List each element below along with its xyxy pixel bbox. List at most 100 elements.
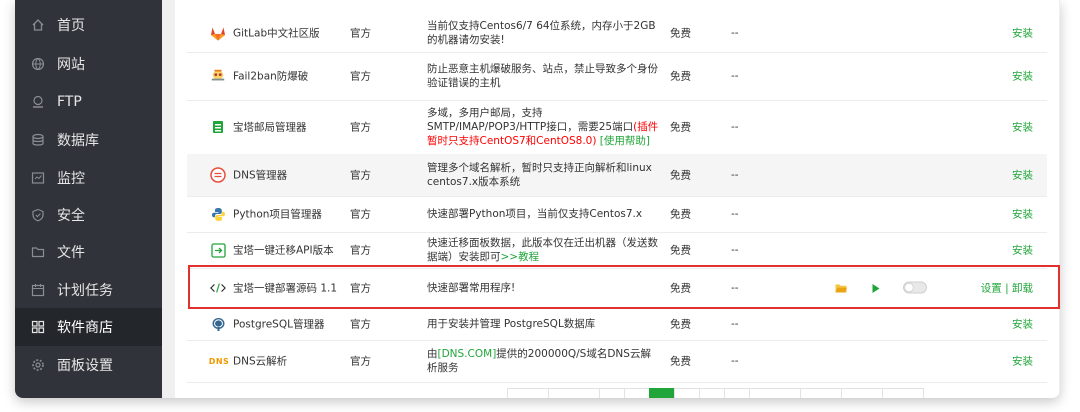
plugin-description: 管理多个域名解析，暂时只支持正向解析和linux centos7.x版本系统 [427,162,652,188]
plugin-name: GitLab中文社区版 [233,27,320,40]
settings-uninstall-links[interactable]: 设置 | 卸载 [981,281,1033,296]
plugin-description: 防止恶意主机爆破服务、站点，禁止导致多个身份验证错误的主机 [427,63,658,89]
plugin-expire: -- [731,70,739,82]
sidebar-item-monitor[interactable]: 监控 [15,159,162,197]
ftp-icon [31,95,45,109]
sidebar-item-label: 计划任务 [57,283,113,299]
mail-server-icon [210,119,226,135]
plugin-price: 免费 [670,208,691,221]
page-button[interactable] [800,388,842,398]
migrate-icon [210,242,226,258]
plugin-type: 官方 [350,244,371,257]
plugin-name: 宝塔一键部署源码 1.1 [233,282,338,295]
calendar-icon [31,283,45,297]
plugin-type: 官方 [350,355,371,368]
page-button[interactable] [699,388,725,398]
sidebar-item-cron[interactable]: 计划任务 [15,271,162,309]
gitlab-icon [210,25,226,41]
page-button[interactable] [507,388,549,398]
sidebar-item-label: 软件商店 [57,320,113,336]
install-link[interactable]: 安装 [1012,354,1033,369]
plugin-name: Fail2ban防爆破 [233,70,309,83]
sidebar-item-files[interactable]: 文件 [15,233,162,271]
tutorial-link[interactable]: >>教程 [501,251,540,263]
description-text: 快速迁移面板数据，此版本仅在迁出机器（发送数据端）安装即可 [427,237,658,263]
home-icon [31,18,45,32]
table-row: DNS管理器 官方 管理多个域名解析，暂时只支持正向解析和linux cento… [187,154,1047,197]
folder-icon [31,245,45,259]
table-row: PostgreSQL管理器 官方 用于安装并管理 PostgreSQL数据库 免… [187,308,1047,341]
description-text: 由 [427,348,438,360]
page-button[interactable] [749,388,801,398]
sidebar: 首页 网站 FTP 数据库 监控 安全 文件 计划任务 软件商店 面板设置 [15,0,162,398]
install-link[interactable]: 安装 [1012,243,1033,258]
page-button[interactable] [599,388,625,398]
start-icon[interactable] [872,279,880,298]
plugin-type: 官方 [350,318,371,331]
plugin-price: 免费 [670,169,691,182]
table-row: GitLab中文社区版 官方 当前仅支持Centos6/7 64位系统，内存小于… [187,14,1047,53]
dns-com-link[interactable]: [DNS.COM] [438,348,497,360]
plugin-expire: -- [731,121,739,133]
postgresql-icon [210,316,226,332]
sidebar-item-label: 数据库 [57,133,99,149]
table-row: Fail2ban防爆破 官方 防止恶意主机爆破服务、站点，禁止导致多个身份验证错… [187,52,1047,101]
help-link[interactable]: [使用帮助] [596,135,650,147]
sidebar-item-software-store[interactable]: 软件商店 [15,308,162,346]
plugin-price: 免费 [670,355,691,368]
sidebar-item-home[interactable]: 首页 [15,6,162,44]
plugin-price: 免费 [670,318,691,331]
install-link[interactable]: 安装 [1012,69,1033,84]
sidebar-item-security[interactable]: 安全 [15,196,162,234]
dns-logo-icon: DNS [208,353,230,369]
sidebar-item-label: 网站 [57,57,85,73]
sidebar-item-websites[interactable]: 网站 [15,45,162,83]
plugin-expire: -- [731,208,739,220]
sidebar-item-panel-settings[interactable]: 面板设置 [15,346,162,384]
table-row: 宝塔一键部署源码 1.1 官方 快速部署常用程序! 免费 -- 设置 | 卸载 [187,268,1047,309]
page-button[interactable] [882,388,924,398]
homepage-toggle-switch[interactable] [903,279,927,298]
sidebar-item-database[interactable]: 数据库 [15,121,162,159]
plugin-price: 免费 [670,27,691,40]
dns-logo-text: DNS [208,356,230,366]
plugin-price: 免费 [670,121,691,134]
plugin-type: 官方 [350,208,371,221]
page-button[interactable] [841,388,883,398]
plugin-name: DNS云解析 [233,355,288,368]
sidebar-item-label: 文件 [57,245,85,261]
plugin-name: PostgreSQL管理器 [233,318,325,331]
install-link[interactable]: 安装 [1012,317,1033,332]
code-icon [210,280,226,296]
plugin-description: 由[DNS.COM]提供的200000Q/S域名DNS云解析服务 [427,347,659,375]
plugin-description: 快速部署常用程序! [427,282,516,294]
plugin-expire: -- [731,27,739,39]
plugin-expire: -- [731,169,739,181]
plugin-price: 免费 [670,70,691,83]
page-button-current[interactable] [649,388,675,398]
table-row: 宝塔邮局管理器 官方 多域，多用户邮局，支持SMTP/IMAP/POP3/HTT… [187,100,1047,155]
plugin-description: 用于安装并管理 PostgreSQL数据库 [427,318,596,330]
install-link[interactable]: 安装 [1012,26,1033,41]
page-button[interactable] [548,388,600,398]
page-button[interactable] [724,388,750,398]
description-text: 多域，多用户邮局，支持SMTP/IMAP/POP3/HTTP接口，需要25端口 [427,107,634,133]
plugin-name: Python项目管理器 [233,208,322,221]
install-link[interactable]: 安装 [1012,120,1033,135]
table-row: Python项目管理器 官方 快速部署Python项目，当前仅支持Centos7… [187,196,1047,233]
page-button[interactable] [674,388,700,398]
gear-icon [31,358,45,372]
install-link[interactable]: 安装 [1012,207,1033,222]
sidebar-item-label: FTP [57,94,82,110]
sidebar-item-ftp[interactable]: FTP [15,83,162,121]
sidebar-item-label: 首页 [57,18,85,34]
software-list-panel: GitLab中文社区版 官方 当前仅支持Centos6/7 64位系统，内存小于… [175,0,1060,398]
plugin-expire: -- [731,282,739,294]
install-link[interactable]: 安装 [1012,168,1033,183]
page-button[interactable] [624,388,650,398]
plugin-description: 快速部署Python项目，当前仅支持Centos7.x [427,208,643,220]
plugin-type: 官方 [350,282,371,295]
open-folder-icon[interactable] [835,279,847,298]
plugin-expire: -- [731,244,739,256]
plugin-price: 免费 [670,244,691,257]
